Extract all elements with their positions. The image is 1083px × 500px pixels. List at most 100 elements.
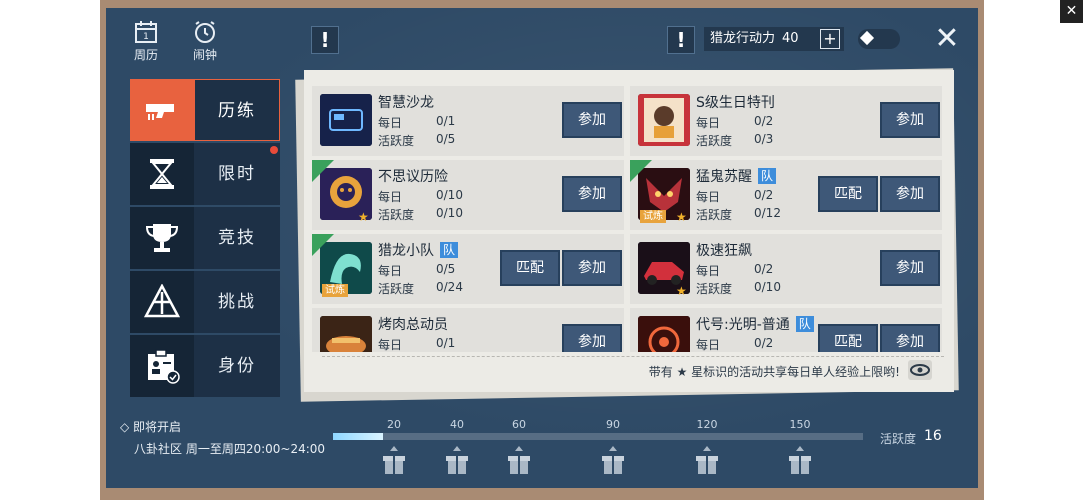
activity-label: 活跃度 (696, 208, 733, 222)
calendar-button[interactable]: 1 周历 (126, 20, 166, 63)
trial-badge: 试炼 (640, 210, 666, 223)
daily-label: 每日 (378, 190, 403, 204)
gun-icon (130, 79, 194, 141)
activity-card: ★ 不思议历险 每日 0/10 活跃度 0/10 参加 (312, 160, 624, 230)
tab-arena[interactable]: 竞技 (130, 207, 282, 271)
stamina-info-button[interactable]: ! (667, 26, 695, 54)
alarm-label: 闹钟 (192, 48, 217, 62)
activity-total-value: 16 (924, 428, 942, 444)
activity-thumbnail (320, 94, 372, 146)
activity-card: 代号:光明-普通队 每日 0/2 匹配 参加 (630, 308, 942, 352)
milestone-label: 150 (789, 418, 811, 431)
milestone-label: 60 (512, 418, 526, 431)
match-button[interactable]: 匹配 (818, 324, 878, 352)
gift-box-icon[interactable] (508, 446, 530, 480)
activity-label: 活跃度 (378, 134, 415, 148)
stamina-label: 猎龙行动力 (710, 31, 776, 46)
activity-points: 0/10 (754, 280, 781, 294)
activity-name: 猛鬼苏醒队 (696, 166, 777, 186)
eye-icon (910, 364, 930, 376)
tab-label: 历练 (194, 79, 280, 141)
match-button[interactable]: 匹配 (818, 176, 878, 212)
daily-label: 每日 (696, 264, 721, 278)
activity-name: 代号:光明-普通队 (696, 314, 814, 334)
stamina-value: 40 (782, 31, 799, 46)
recommend-badge (312, 234, 334, 256)
activity-label: 活跃度 (378, 282, 415, 296)
eye-toggle-button[interactable] (908, 360, 932, 380)
milestone-label: 20 (387, 418, 401, 431)
join-button[interactable]: 参加 (562, 176, 622, 212)
star-icon: ★ (676, 284, 687, 298)
activity-name: 极速狂飙 (696, 243, 752, 259)
gift-box-icon[interactable] (602, 446, 624, 480)
upcoming-title: ◇ 即将开启 (120, 420, 182, 434)
join-button[interactable]: 参加 (562, 324, 622, 352)
activity-name: 烤肉总动员 (378, 317, 448, 333)
window-close-button[interactable]: ✕ (1060, 0, 1083, 23)
match-button[interactable]: 匹配 (500, 250, 560, 286)
activity-name: 不思议历险 (378, 169, 448, 185)
gift-box-icon[interactable] (696, 446, 718, 480)
activity-points: 0/24 (436, 280, 463, 294)
activity-points: 0/10 (436, 206, 463, 220)
tab-identity[interactable]: 身份 (130, 335, 282, 399)
join-button[interactable]: 参加 (562, 250, 622, 286)
calendar-icon: 1 (135, 21, 157, 43)
activity-card: 烤肉总动员 每日 0/1 参加 (312, 308, 624, 352)
stamina-bar: 猎龙行动力 40 + (704, 27, 844, 51)
gift-box-icon[interactable] (383, 446, 405, 480)
daily-label: 每日 (696, 338, 721, 352)
join-button[interactable]: 参加 (562, 102, 622, 138)
activity-points: 0/12 (754, 206, 781, 220)
challenge-icon (130, 271, 194, 333)
close-button[interactable]: ✕ (934, 24, 960, 54)
daily-label: 每日 (378, 264, 403, 278)
team-tag: 队 (795, 316, 814, 332)
join-button[interactable]: 参加 (880, 102, 940, 138)
daily-count: 0/2 (754, 262, 774, 276)
upcoming-detail: 八卦社区 周一至周四20:00~24:00 (134, 442, 326, 456)
join-button[interactable]: 参加 (880, 250, 940, 286)
activity-progress-fill (333, 433, 383, 440)
tab-label: 限时 (194, 143, 280, 205)
gift-box-icon[interactable] (789, 446, 811, 480)
milestone-label: 120 (696, 418, 718, 431)
activity-points: 0/3 (754, 132, 774, 146)
trophy-icon (130, 207, 194, 269)
activity-card: S级生日特刊 每日 0/2 活跃度 0/3 参加 (630, 86, 942, 156)
alarm-clock-icon (195, 21, 215, 43)
diamond-icon (859, 30, 875, 46)
hourglass-icon (130, 143, 194, 205)
join-button[interactable]: 参加 (880, 324, 940, 352)
notification-dot (270, 146, 278, 154)
milestone-label: 40 (450, 418, 464, 431)
tab-challenge[interactable]: 挑战 (130, 271, 282, 335)
daily-label: 每日 (696, 116, 721, 130)
activity-name: S级生日特刊 (696, 95, 775, 111)
tab-limited[interactable]: 限时 (130, 143, 282, 207)
svg-text:1: 1 (143, 32, 149, 42)
activity-card: ★ 极速狂飙 每日 0/2 活跃度 0/10 参加 (630, 234, 942, 304)
add-stamina-button[interactable]: + (820, 29, 840, 49)
daily-count: 0/1 (436, 336, 456, 350)
activity-label: 活跃度 (696, 282, 733, 296)
alarm-button[interactable]: 闹钟 (185, 20, 225, 63)
trial-badge: 试炼 (322, 284, 348, 297)
recommend-badge (312, 160, 334, 182)
activity-label: 活跃度 (378, 208, 415, 222)
activity-label: 活跃度 (696, 134, 733, 148)
category-tabs: 历练 限时 竞技 挑战 身份 (130, 79, 282, 399)
note-text: 带有 ★ 星标识的活动共享每日单人经验上限哟! (648, 365, 900, 379)
activity-card: 试炼 ★ 猛鬼苏醒队 每日 0/2 活跃度 0/12 匹配 参加 (630, 160, 942, 230)
gift-box-icon[interactable] (446, 446, 468, 480)
info-button[interactable]: ! (311, 26, 339, 54)
daily-count: 0/1 (436, 114, 456, 128)
calendar-label: 周历 (133, 48, 158, 62)
tab-label: 身份 (194, 335, 280, 397)
activity-card: 试炼 猎龙小队队 每日 0/5 活跃度 0/24 匹配 参加 (312, 234, 624, 304)
tab-training[interactable]: 历练 (130, 79, 282, 143)
recommend-badge (630, 160, 652, 182)
join-button[interactable]: 参加 (880, 176, 940, 212)
diamond-toggle[interactable] (858, 29, 900, 49)
